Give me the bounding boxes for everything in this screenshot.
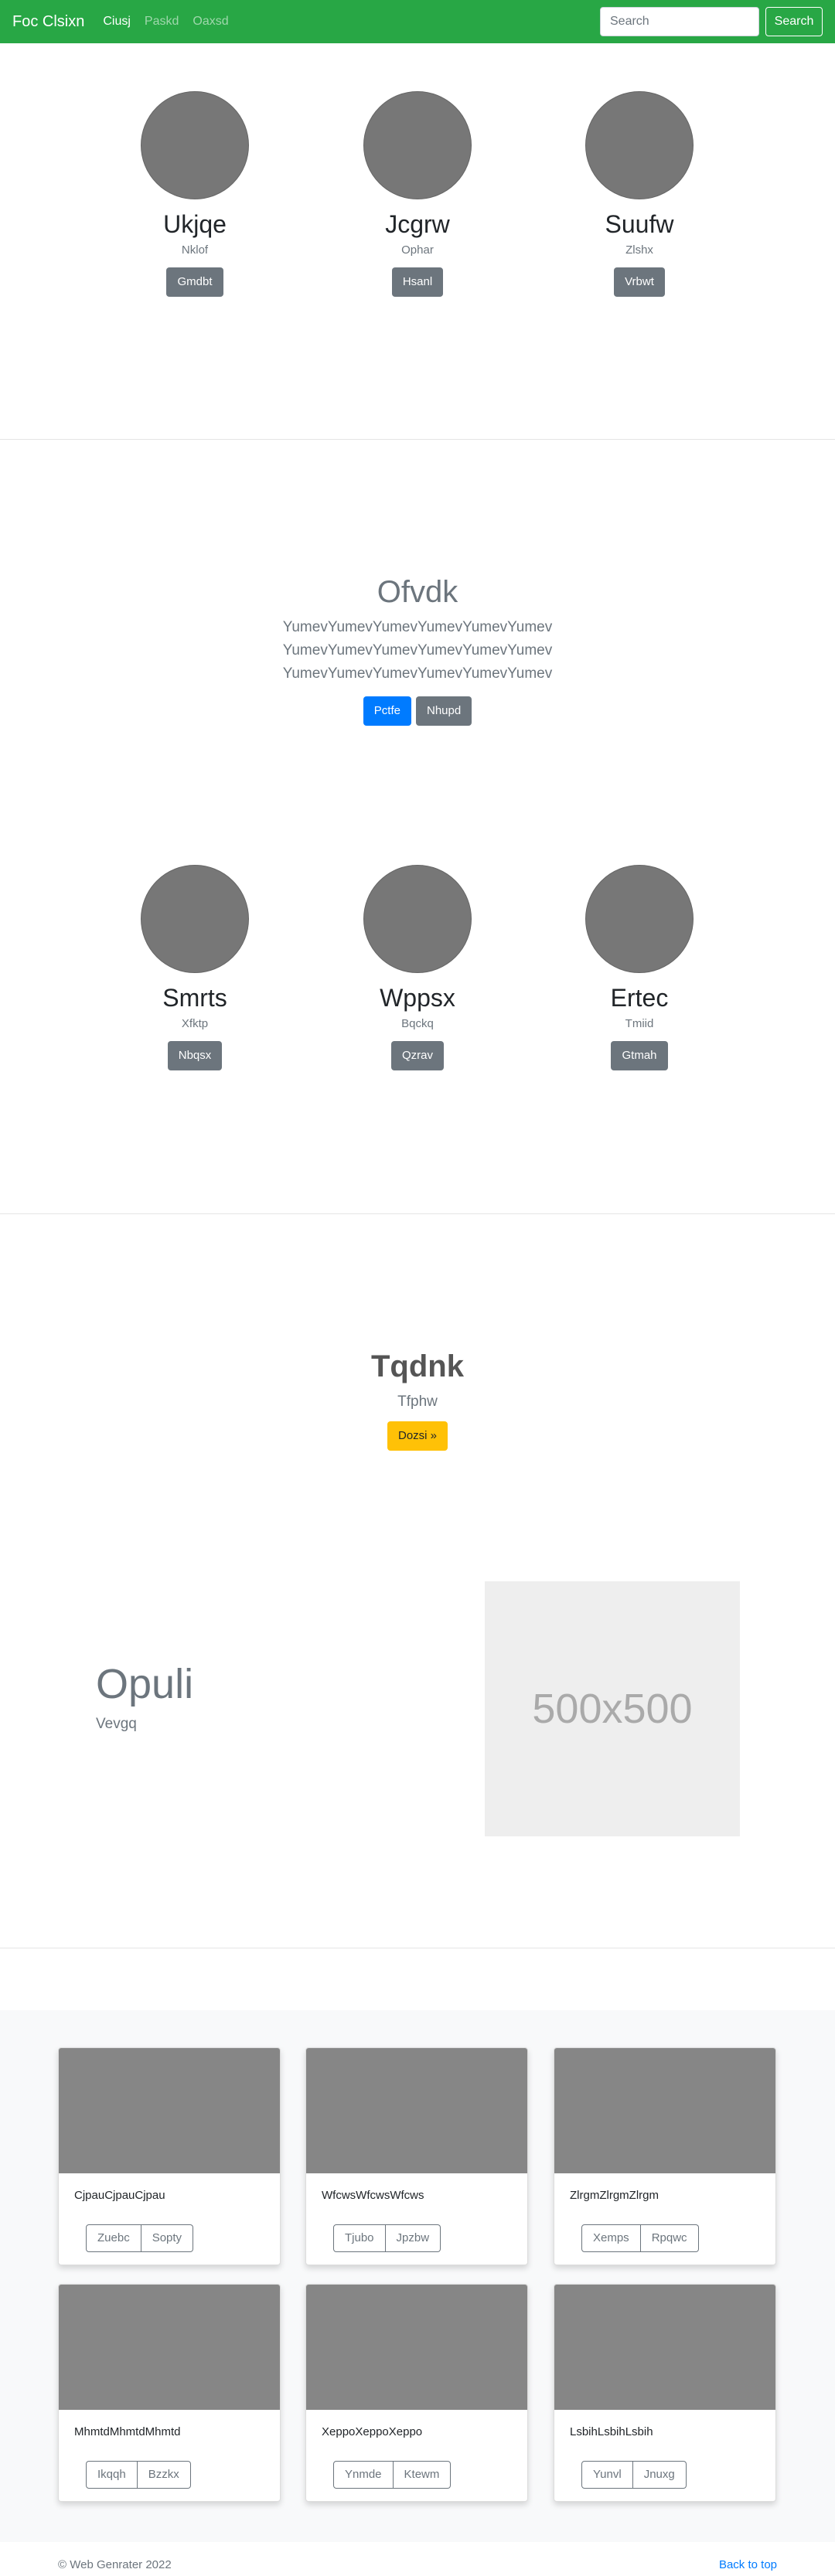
avatar: [141, 91, 249, 199]
jumbotron-line: YumevYumevYumevYumevYumevYumev: [282, 642, 553, 658]
card-thumbnail: [306, 2048, 527, 2173]
card-button-group: Xemps Rpqwc: [581, 2224, 699, 2252]
card-button[interactable]: Zuebc: [86, 2224, 141, 2252]
person-button[interactable]: Gmdbt: [166, 267, 223, 297]
navbar: Foc Clsixn Ciusj Paskd Oaxsd Search Sear…: [0, 0, 835, 43]
card-button[interactable]: Ikqqh: [86, 2461, 138, 2489]
search-input[interactable]: Search: [600, 7, 759, 36]
feature-title: Opuli: [96, 1661, 194, 1707]
card-thumbnail: [306, 2285, 527, 2410]
person-subtitle: Xfktp: [181, 1017, 209, 1030]
secondary-button[interactable]: Nhupd: [415, 696, 472, 726]
person-subtitle: Zlshx: [625, 243, 653, 257]
callout-title: Tqdnk: [371, 1349, 464, 1383]
avatar: [363, 91, 472, 199]
card-button[interactable]: Ktewm: [393, 2461, 452, 2489]
image-placeholder: 500x500: [485, 1581, 740, 1836]
back-to-top-link[interactable]: Back to top: [719, 2558, 777, 2571]
person-button[interactable]: Vrbwt: [614, 267, 665, 297]
card-button[interactable]: Rpqwc: [640, 2224, 699, 2252]
avatar: [363, 865, 472, 973]
card-button[interactable]: Jpzbw: [385, 2224, 441, 2252]
card-text: LsbihLsbihLsbih: [570, 2425, 653, 2438]
person-button[interactable]: Nbqsx: [167, 1041, 223, 1070]
avatar: [585, 865, 694, 973]
card-button[interactable]: Tjubo: [333, 2224, 386, 2252]
album-card: CjpauCjpauCjpau Zuebc Sopty: [58, 2047, 281, 2265]
search-form: Search Search: [600, 7, 823, 36]
card-text: WfcwsWfcwsWfcws: [322, 2189, 424, 2202]
jumbotron: Ofvdk YumevYumevYumevYumevYumevYumev Yum…: [0, 575, 835, 726]
person-button[interactable]: Qzrav: [390, 1041, 444, 1070]
person-subtitle: Nklof: [181, 243, 209, 257]
card-button[interactable]: Yunvl: [581, 2461, 633, 2489]
callout-button[interactable]: Dozsi »: [387, 1421, 448, 1451]
person-name: Jcgrw: [385, 210, 450, 238]
card-button-group: Zuebc Sopty: [86, 2224, 194, 2252]
card-thumbnail: [59, 2285, 280, 2410]
person-subtitle: Tmiid: [625, 1017, 654, 1030]
card-thumbnail: [59, 2048, 280, 2173]
divider: [0, 439, 835, 440]
jumbotron-line: YumevYumevYumevYumevYumevYumev: [282, 665, 553, 682]
callout-subtitle: Tfphw: [397, 1393, 438, 1410]
person-subtitle: Ophar: [401, 243, 434, 257]
jumbotron-line: YumevYumevYumevYumevYumevYumev: [282, 619, 553, 635]
card-button[interactable]: Sopty: [141, 2224, 194, 2252]
person-card: Wppsx Bqckq Qzrav: [332, 865, 503, 1070]
feature-subtitle: Vevgq: [96, 1716, 137, 1732]
card-button-group: Ikqqh Bzzkx: [86, 2461, 191, 2489]
album-section: CjpauCjpauCjpau Zuebc Sopty WfcwsWfcwsWf…: [0, 2010, 835, 2542]
person-card: Jcgrw Ophar Hsanl: [332, 91, 503, 297]
nav-link-paskd[interactable]: Paskd: [145, 15, 179, 29]
card-button[interactable]: Xemps: [581, 2224, 641, 2252]
person-name: Ertec: [610, 984, 669, 1012]
album-card: XeppoXeppoXeppo Ynmde Ktewm: [305, 2284, 528, 2502]
card-button-group: Ynmde Ktewm: [333, 2461, 452, 2489]
card-text: ZlrgmZlrgmZlrgm: [570, 2189, 659, 2202]
person-name: Smrts: [162, 984, 227, 1012]
person-button[interactable]: Hsanl: [391, 267, 444, 297]
card-thumbnail: [554, 2285, 775, 2410]
person-card: Smrts Xfktp Nbqsx: [110, 865, 280, 1070]
callout: Tqdnk Tfphw Dozsi »: [0, 1349, 835, 1451]
footer-copyright: © Web Genrater 2022: [58, 2558, 172, 2571]
person-name: Wppsx: [380, 984, 455, 1012]
card-text: CjpauCjpauCjpau: [74, 2189, 165, 2202]
card-button-group: Tjubo Jpzbw: [333, 2224, 441, 2252]
person-card: Suufw Zlshx Vrbwt: [554, 91, 724, 297]
person-name: Ukjqe: [163, 210, 227, 238]
card-thumbnail: [554, 2048, 775, 2173]
album-card: ZlrgmZlrgmZlrgm Xemps Rpqwc: [554, 2047, 776, 2265]
card-button[interactable]: Ynmde: [333, 2461, 394, 2489]
avatar: [585, 91, 694, 199]
card-text: XeppoXeppoXeppo: [322, 2425, 423, 2438]
divider: [0, 1213, 835, 1214]
card-button[interactable]: Jnuxg: [632, 2461, 687, 2489]
card-text: MhmtdMhmtdMhmtd: [74, 2425, 181, 2438]
person-card: Ertec Tmiid Gtmah: [554, 865, 724, 1070]
nav-link-ciusj[interactable]: Ciusj: [103, 15, 131, 29]
avatar: [141, 865, 249, 973]
album-card: LsbihLsbihLsbih Yunvl Jnuxg: [554, 2284, 776, 2502]
search-button[interactable]: Search: [765, 7, 823, 36]
jumbotron-title: Ofvdk: [377, 575, 458, 609]
navbar-brand[interactable]: Foc Clsixn: [12, 13, 84, 31]
person-card: Ukjqe Nklof Gmdbt: [110, 91, 280, 297]
card-button[interactable]: Bzzkx: [137, 2461, 191, 2489]
nav-link-oaxsd[interactable]: Oaxsd: [193, 15, 228, 29]
person-name: Suufw: [605, 210, 674, 238]
album-card: WfcwsWfcwsWfcws Tjubo Jpzbw: [305, 2047, 528, 2265]
album-card: MhmtdMhmtdMhmtd Ikqqh Bzzkx: [58, 2284, 281, 2502]
person-subtitle: Bqckq: [401, 1017, 434, 1030]
primary-button[interactable]: Pctfe: [363, 696, 411, 726]
card-button-group: Yunvl Jnuxg: [581, 2461, 687, 2489]
person-button[interactable]: Gtmah: [611, 1041, 668, 1070]
